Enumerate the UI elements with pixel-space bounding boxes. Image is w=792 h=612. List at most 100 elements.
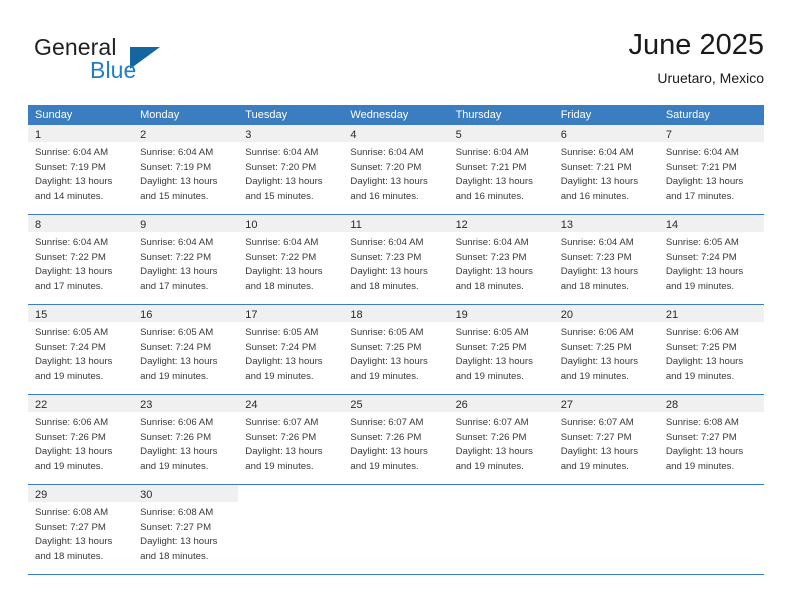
day-number: 29 <box>35 489 48 501</box>
day-cell[interactable]: 7 Sunrise: 6:04 AM Sunset: 7:21 PM Dayli… <box>658 125 764 214</box>
daylight-text-line1: Daylight: 13 hours <box>455 446 533 458</box>
day-info: Sunrise: 6:07 AM Sunset: 7:27 PM Dayligh… <box>554 412 659 474</box>
day-cell[interactable]: 21 Sunrise: 6:06 AM Sunset: 7:25 PM Dayl… <box>658 305 764 394</box>
day-cell[interactable]: 25 Sunrise: 6:07 AM Sunset: 7:26 PM Dayl… <box>343 395 449 484</box>
day-info: Sunrise: 6:04 AM Sunset: 7:23 PM Dayligh… <box>343 232 448 294</box>
day-cell[interactable]: 26 Sunrise: 6:07 AM Sunset: 7:26 PM Dayl… <box>448 395 554 484</box>
day-info: Sunrise: 6:05 AM Sunset: 7:24 PM Dayligh… <box>133 322 238 384</box>
sunset-text: Sunset: 7:24 PM <box>140 341 212 353</box>
day-cell[interactable]: 15 Sunrise: 6:05 AM Sunset: 7:24 PM Dayl… <box>28 305 134 394</box>
day-number: 2 <box>140 129 147 141</box>
day-number: 4 <box>350 129 357 141</box>
daylight-text-line1: Daylight: 13 hours <box>140 266 218 278</box>
day-number-band: 5 <box>448 125 554 142</box>
sunrise-text: Sunrise: 6:04 AM <box>245 147 319 158</box>
daylight-text-line2: and 18 minutes. <box>455 280 524 292</box>
daylight-text-line1: Daylight: 13 hours <box>35 536 113 548</box>
day-cell[interactable]: 16 Sunrise: 6:05 AM Sunset: 7:24 PM Dayl… <box>133 305 239 394</box>
day-cell[interactable]: 19 Sunrise: 6:05 AM Sunset: 7:25 PM Dayl… <box>448 305 554 394</box>
daylight-text-line1: Daylight: 13 hours <box>35 266 113 278</box>
day-cell[interactable]: 24 Sunrise: 6:07 AM Sunset: 7:26 PM Dayl… <box>238 395 344 484</box>
day-number: 7 <box>665 129 672 141</box>
sunrise-text: Sunrise: 6:07 AM <box>350 417 424 428</box>
sunset-text: Sunset: 7:23 PM <box>350 251 422 263</box>
day-cell[interactable]: 5 Sunrise: 6:04 AM Sunset: 7:21 PM Dayli… <box>448 125 554 214</box>
day-cell[interactable]: 2 Sunrise: 6:04 AM Sunset: 7:19 PM Dayli… <box>133 125 239 214</box>
sunset-text: Sunset: 7:25 PM <box>350 341 422 353</box>
sunrise-text: Sunrise: 6:04 AM <box>560 237 634 248</box>
day-cell[interactable]: 20 Sunrise: 6:06 AM Sunset: 7:25 PM Dayl… <box>553 305 659 394</box>
daylight-text-line1: Daylight: 13 hours <box>350 266 428 278</box>
daylight-text-line2: and 19 minutes. <box>350 460 419 472</box>
calendar-grid: Sunday Monday Tuesday Wednesday Thursday… <box>28 105 764 575</box>
day-cell[interactable]: 4 Sunrise: 6:04 AM Sunset: 7:20 PM Dayli… <box>343 125 449 214</box>
sunset-text: Sunset: 7:26 PM <box>35 431 106 443</box>
day-cell[interactable]: 1 Sunrise: 6:04 AM Sunset: 7:19 PM Dayli… <box>28 125 134 214</box>
daylight-text-line2: and 18 minutes. <box>350 280 419 292</box>
day-number: 30 <box>140 489 153 501</box>
daylight-text-line1: Daylight: 13 hours <box>455 176 533 188</box>
weekday-header-saturday: Saturday <box>665 109 710 121</box>
day-number-band: 9 <box>133 215 239 232</box>
sunset-text: Sunset: 7:24 PM <box>665 251 737 263</box>
daylight-text-line1: Daylight: 13 hours <box>350 176 428 188</box>
day-cell[interactable]: 27 Sunrise: 6:07 AM Sunset: 7:27 PM Dayl… <box>553 395 659 484</box>
daylight-text-line1: Daylight: 13 hours <box>665 176 744 188</box>
day-cell[interactable]: 17 Sunrise: 6:05 AM Sunset: 7:24 PM Dayl… <box>238 305 344 394</box>
day-number: 19 <box>455 309 468 321</box>
general-blue-logo[interactable]: General Blue <box>28 34 228 90</box>
day-info: Sunrise: 6:04 AM Sunset: 7:23 PM Dayligh… <box>449 232 554 294</box>
day-number-band: 20 <box>553 305 659 322</box>
daylight-text-line1: Daylight: 13 hours <box>245 266 323 278</box>
day-number-band: 18 <box>343 305 449 322</box>
day-cell[interactable]: 30 Sunrise: 6:08 AM Sunset: 7:27 PM Dayl… <box>133 485 239 574</box>
day-cell[interactable]: 11 Sunrise: 6:04 AM Sunset: 7:23 PM Dayl… <box>343 215 449 304</box>
daylight-text-line1: Daylight: 13 hours <box>245 356 323 368</box>
day-number-band: 2 <box>133 125 239 142</box>
day-cell[interactable]: 13 Sunrise: 6:04 AM Sunset: 7:23 PM Dayl… <box>553 215 659 304</box>
day-number-band <box>343 485 449 502</box>
day-info: Sunrise: 6:04 AM Sunset: 7:21 PM Dayligh… <box>449 142 554 204</box>
daylight-text-line2: and 18 minutes. <box>140 550 209 562</box>
day-cell[interactable]: 6 Sunrise: 6:04 AM Sunset: 7:21 PM Dayli… <box>553 125 659 214</box>
day-info: Sunrise: 6:04 AM Sunset: 7:20 PM Dayligh… <box>343 142 448 204</box>
sunset-text: Sunset: 7:25 PM <box>665 341 737 353</box>
sunset-text: Sunset: 7:27 PM <box>140 521 212 533</box>
day-number-band <box>553 485 659 502</box>
day-cell[interactable]: 22 Sunrise: 6:06 AM Sunset: 7:26 PM Dayl… <box>28 395 134 484</box>
weekday-header-tuesday: Tuesday <box>245 109 288 121</box>
day-info: Sunrise: 6:06 AM Sunset: 7:26 PM Dayligh… <box>133 412 238 474</box>
day-info: Sunrise: 6:08 AM Sunset: 7:27 PM Dayligh… <box>28 502 133 564</box>
day-number-band: 1 <box>28 125 134 142</box>
day-cell[interactable]: 12 Sunrise: 6:04 AM Sunset: 7:23 PM Dayl… <box>448 215 554 304</box>
daylight-text-line1: Daylight: 13 hours <box>140 536 218 548</box>
sunset-text: Sunset: 7:21 PM <box>665 161 737 173</box>
day-number-band: 24 <box>238 395 344 412</box>
page-title: June 2025 <box>628 29 764 61</box>
day-cell[interactable]: 10 Sunrise: 6:04 AM Sunset: 7:22 PM Dayl… <box>238 215 344 304</box>
sunset-text: Sunset: 7:26 PM <box>140 431 212 443</box>
day-number: 8 <box>35 219 42 231</box>
daylight-text-line1: Daylight: 13 hours <box>245 446 323 458</box>
day-cell[interactable]: 28 Sunrise: 6:08 AM Sunset: 7:27 PM Dayl… <box>658 395 764 484</box>
day-cell[interactable]: 9 Sunrise: 6:04 AM Sunset: 7:22 PM Dayli… <box>133 215 239 304</box>
day-cell[interactable]: 23 Sunrise: 6:06 AM Sunset: 7:26 PM Dayl… <box>133 395 239 484</box>
day-number: 21 <box>665 309 679 321</box>
day-number: 6 <box>560 129 567 141</box>
day-cell[interactable]: 14 Sunrise: 6:05 AM Sunset: 7:24 PM Dayl… <box>658 215 764 304</box>
day-cell-empty <box>658 485 764 574</box>
day-cell[interactable]: 18 Sunrise: 6:05 AM Sunset: 7:25 PM Dayl… <box>343 305 449 394</box>
daylight-text-line2: and 19 minutes. <box>35 370 104 382</box>
sunrise-text: Sunrise: 6:07 AM <box>560 417 634 428</box>
day-info: Sunrise: 6:04 AM Sunset: 7:20 PM Dayligh… <box>238 142 343 204</box>
sunset-text: Sunset: 7:21 PM <box>560 161 632 173</box>
day-number-band: 26 <box>448 395 554 412</box>
day-cell[interactable]: 29 Sunrise: 6:08 AM Sunset: 7:27 PM Dayl… <box>28 485 134 574</box>
day-cell[interactable]: 8 Sunrise: 6:04 AM Sunset: 7:22 PM Dayli… <box>28 215 134 304</box>
day-number-band: 27 <box>553 395 659 412</box>
day-cell[interactable]: 3 Sunrise: 6:04 AM Sunset: 7:20 PM Dayli… <box>238 125 344 214</box>
day-number: 9 <box>140 219 147 231</box>
daylight-text-line2: and 18 minutes. <box>35 550 104 562</box>
day-number: 5 <box>455 129 462 141</box>
week-row: 29 Sunrise: 6:08 AM Sunset: 7:27 PM Dayl… <box>28 485 764 575</box>
